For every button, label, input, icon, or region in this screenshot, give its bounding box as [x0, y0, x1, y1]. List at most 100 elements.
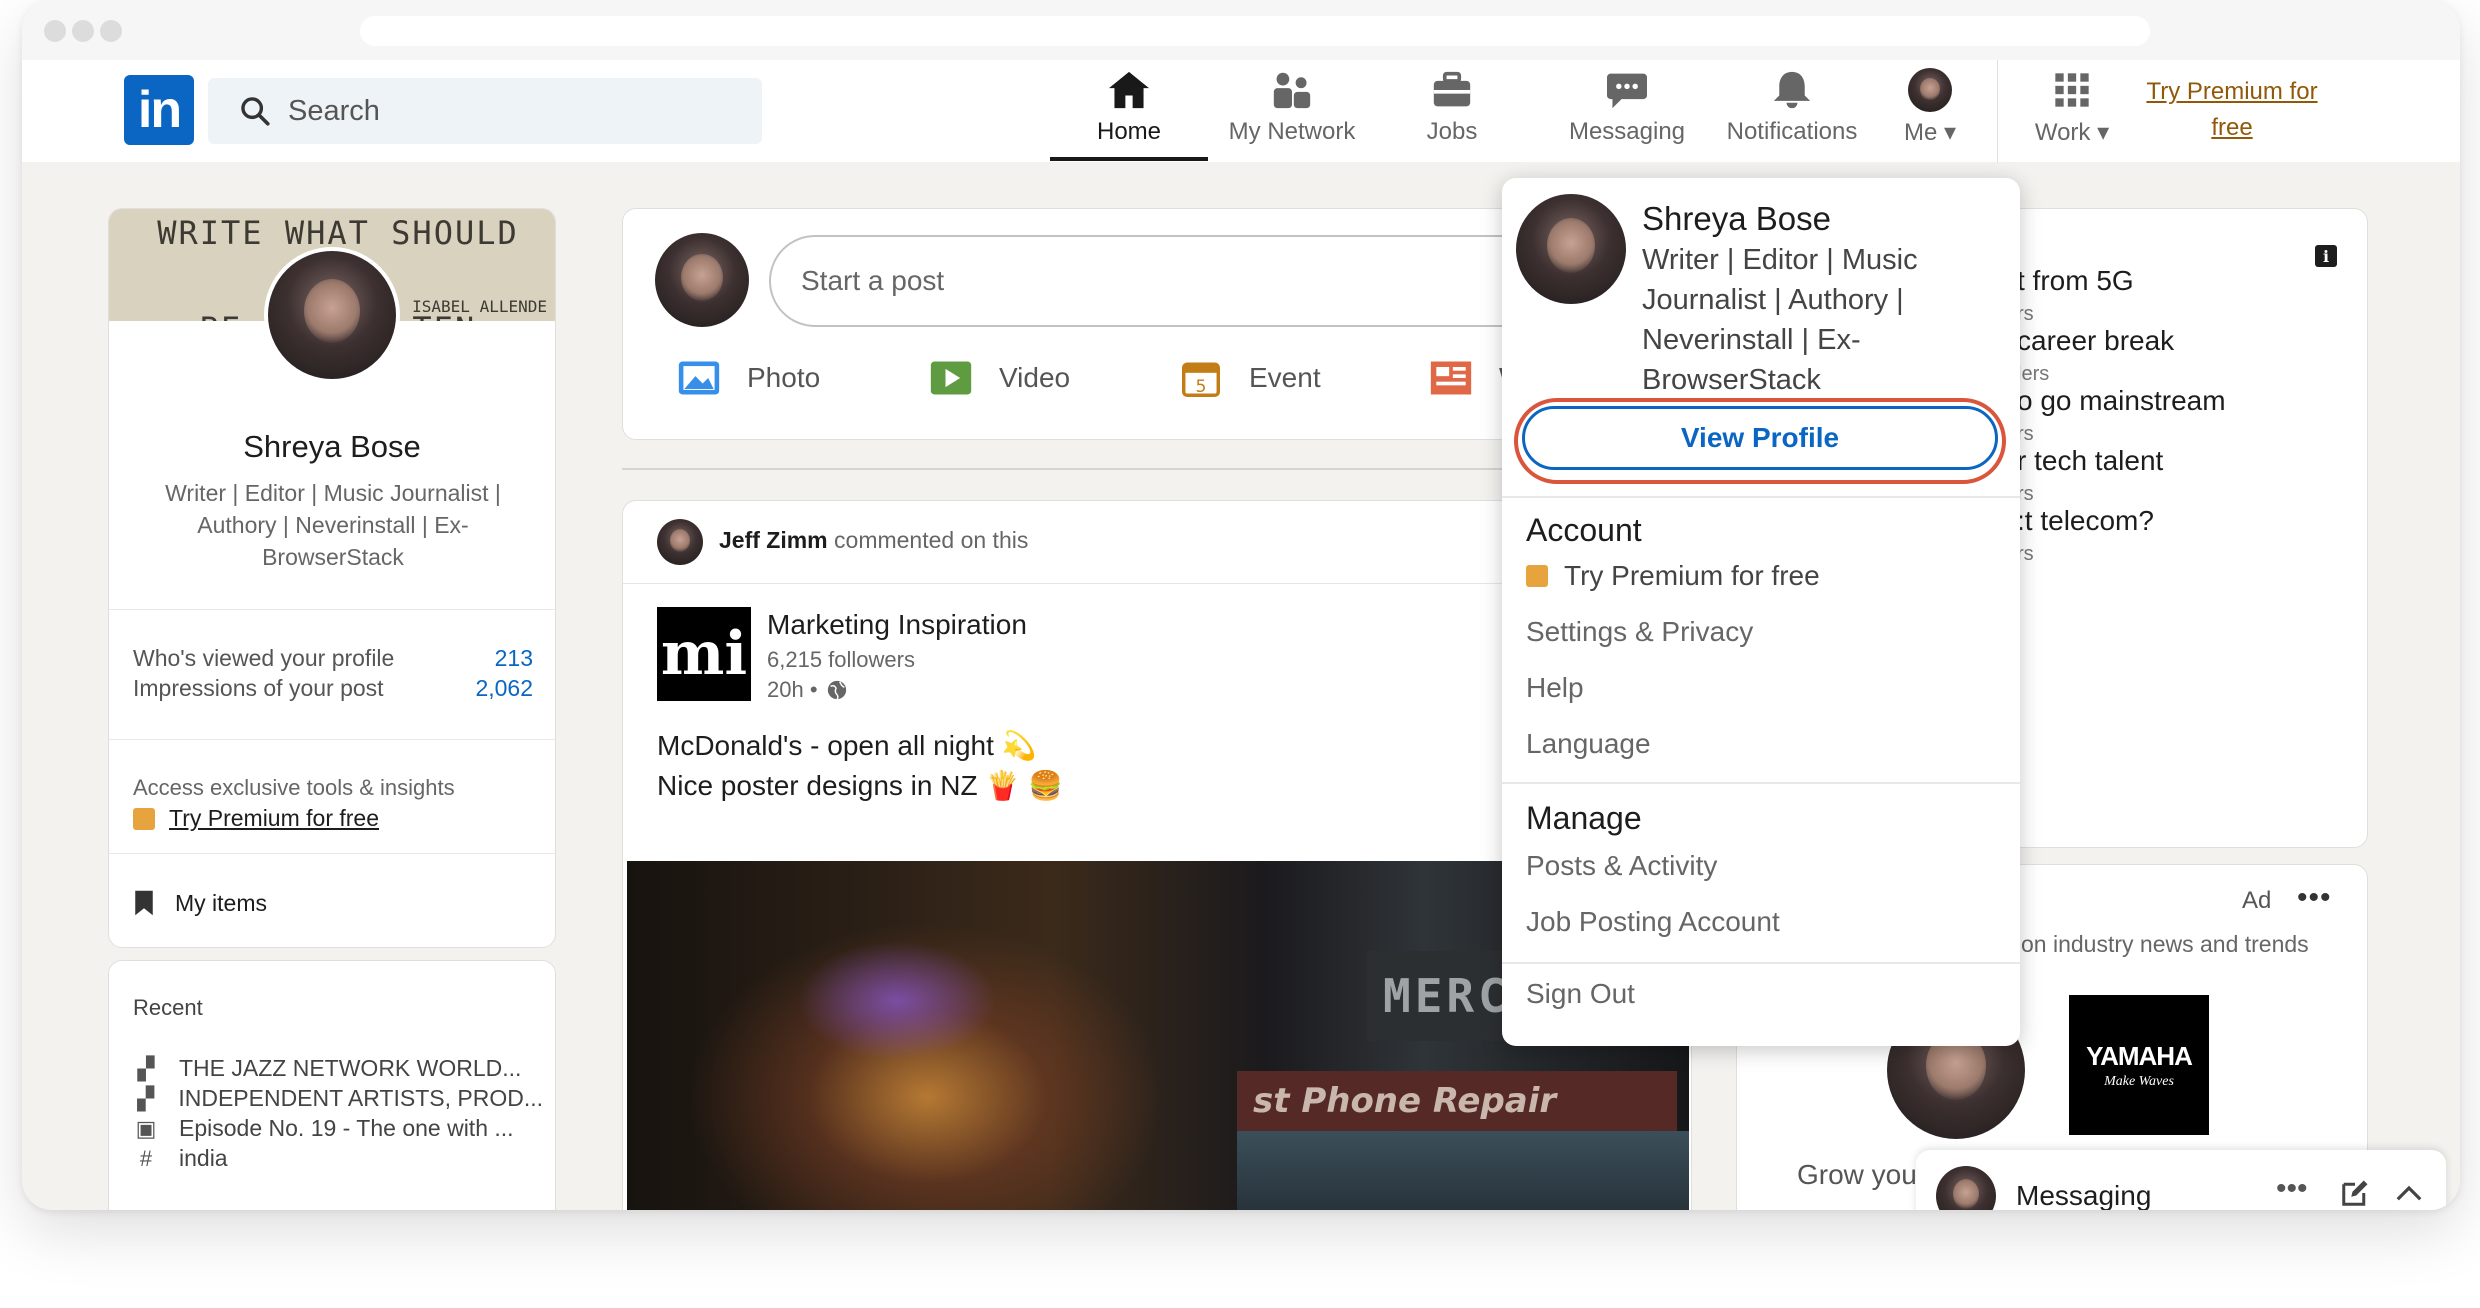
linkedin-logo[interactable]: in — [124, 75, 194, 145]
global-nav: in Home My Network Jobs — [22, 60, 2460, 162]
messaging-label: Messaging — [2016, 1180, 2152, 1210]
premium-link-line1: Try Premium for — [2146, 78, 2318, 105]
calendar-icon: ▣ — [135, 1115, 157, 1141]
premium-promo-text: Access exclusive tools & insights — [133, 775, 455, 800]
menu-avatar[interactable] — [1516, 194, 1626, 304]
window-maximize-control[interactable] — [100, 20, 122, 42]
view-profile-button[interactable]: View Profile — [1522, 406, 1998, 470]
window-minimize-control[interactable] — [72, 20, 94, 42]
window-close-control[interactable] — [44, 20, 66, 42]
headline-line: Neverinstall | Ex- — [1642, 324, 1861, 356]
profile-headline: Writer | Editor | Music Journalist | Aut… — [165, 480, 501, 570]
video-label: Video — [999, 362, 1071, 393]
video-button[interactable]: Video — [929, 359, 1070, 397]
nav-my-network[interactable]: My Network — [1217, 68, 1367, 154]
headline-line: Writer | Editor | Music — [1642, 244, 1918, 276]
page-name[interactable]: Marketing Inspiration — [767, 609, 1027, 641]
profile-name[interactable]: Shreya Bose — [109, 429, 555, 465]
event-button[interactable]: 5 Event — [1179, 359, 1321, 397]
grid-apps-icon — [2050, 68, 2094, 112]
nav-work[interactable]: Work ▾ — [2017, 68, 2127, 154]
info-icon[interactable]: i — [2315, 245, 2337, 267]
manage-section-title: Manage — [1526, 800, 1642, 836]
menu-profile-headline: Writer | Editor | Music Journalist | Aut… — [1642, 240, 1942, 400]
my-items-link[interactable]: My items — [133, 889, 267, 917]
try-premium-link[interactable]: Try Premium for free — [133, 805, 379, 832]
advertiser-tagline: Make Waves — [2104, 1073, 2174, 1089]
nav-my-network-label: My Network — [1228, 118, 1356, 145]
try-premium-link[interactable]: Try Premium for free — [2137, 74, 2327, 146]
stat-label: Who's viewed your profile — [133, 645, 395, 671]
me-dropdown-menu: Shreya Bose Writer | Editor | Music Jour… — [1502, 178, 2020, 1046]
people-icon — [1270, 68, 1314, 112]
news-item-title[interactable]: :t telecom? — [2017, 505, 2154, 537]
calendar-icon: 5 — [1182, 362, 1220, 397]
browser-toolbar — [22, 0, 2460, 60]
recent-item-label: Episode No. 19 - The one with ... — [179, 1115, 514, 1141]
menu-help[interactable]: Help — [1526, 672, 1584, 704]
search-input[interactable] — [288, 94, 728, 128]
news-item-title[interactable]: o go mainstream — [2017, 385, 2226, 417]
messaging-bar[interactable]: Messaging ••• — [1916, 1150, 2446, 1210]
account-section-title: Account — [1526, 512, 1642, 548]
more-options-icon[interactable]: ••• — [2297, 881, 2332, 915]
post-text-line: McDonald's - open all night 💫 — [657, 730, 1037, 761]
menu-sign-out[interactable]: Sign Out — [1526, 978, 1635, 1010]
nav-jobs[interactable]: Jobs — [1387, 68, 1517, 154]
search-box[interactable] — [208, 78, 762, 144]
news-item-meta: lers — [2017, 363, 2050, 385]
divider — [1502, 782, 2020, 784]
nav-home-label: Home — [1096, 118, 1162, 145]
menu-posts-activity[interactable]: Posts & Activity — [1526, 850, 1717, 882]
profile-avatar[interactable] — [264, 247, 400, 383]
nav-notifications[interactable]: Notifications — [1712, 68, 1872, 154]
address-bar[interactable] — [360, 16, 2150, 46]
advertiser-name: YAMAHA — [2086, 1040, 2193, 1071]
profile-card: WRITE WHAT SHOULD NOT BE F TEN ISABEL AL… — [108, 208, 556, 948]
nav-messaging[interactable]: Messaging — [1557, 68, 1697, 154]
recent-item[interactable]: ▞ THE JAZZ NETWORK WORLD... — [133, 1055, 543, 1082]
page-logo[interactable]: mi — [657, 607, 751, 701]
chevron-up-icon[interactable] — [2394, 1180, 2424, 1206]
recent-item[interactable]: ▣ Episode No. 19 - The one with ... — [133, 1115, 543, 1142]
event-label: Event — [1249, 362, 1321, 393]
recent-card: Recent ▞ THE JAZZ NETWORK WORLD... ▞ INDEP… — [108, 960, 556, 1210]
stat-profile-views[interactable]: Who's viewed your profile 213 — [133, 645, 533, 672]
caret-down-icon: ▾ — [2097, 119, 2110, 146]
more-options-icon[interactable]: ••• — [2276, 1172, 2308, 1206]
actor-name[interactable]: Jeff Zimm — [719, 527, 828, 553]
chat-bubble-icon — [1605, 68, 1649, 112]
active-tab-indicator — [1050, 157, 1208, 161]
menu-language[interactable]: Language — [1526, 728, 1651, 760]
news-item-title[interactable]: t from 5G — [2017, 265, 2134, 297]
search-icon — [241, 97, 270, 126]
browser-window: in Home My Network Jobs — [22, 0, 2460, 1210]
post-time-label: 20h • — [767, 677, 818, 702]
image-light — [797, 941, 997, 1061]
share-avatar[interactable] — [655, 233, 749, 327]
stat-post-impressions[interactable]: Impressions of your post 2,062 — [133, 675, 533, 702]
nav-home[interactable]: Home — [1054, 68, 1204, 154]
menu-settings-privacy[interactable]: Settings & Privacy — [1526, 616, 1753, 648]
compose-icon[interactable] — [2340, 1178, 2370, 1208]
divider — [109, 853, 555, 854]
group-icon: ▞ — [137, 1085, 155, 1111]
nav-me[interactable]: Me ▾ — [1880, 68, 1980, 154]
menu-job-posting-account[interactable]: Job Posting Account — [1526, 906, 1780, 938]
recent-item-label: india — [179, 1145, 228, 1171]
nav-messaging-label: Messaging — [1568, 118, 1686, 145]
news-item-title[interactable]: r tech talent — [2017, 445, 2163, 477]
nav-jobs-label: Jobs — [1426, 118, 1478, 145]
photo-button[interactable]: Photo — [677, 359, 820, 397]
recent-item[interactable]: ▞ INDEPENDENT ARTISTS, PROD... — [133, 1085, 543, 1112]
ad-headline: Grow you — [1797, 1159, 1917, 1190]
headline-line: Journalist | Authory | — [1642, 284, 1904, 316]
recent-item[interactable]: # india — [133, 1145, 543, 1172]
headline-line: BrowserStack — [1642, 364, 1821, 396]
actor-avatar[interactable] — [657, 519, 703, 565]
advertiser-logo[interactable]: YAMAHA Make Waves — [2069, 995, 2209, 1135]
menu-try-premium[interactable]: Try Premium for free — [1526, 560, 1820, 592]
article-icon — [1430, 361, 1472, 395]
globe-icon — [827, 680, 846, 700]
news-item-title[interactable]: career break — [2017, 325, 2174, 357]
